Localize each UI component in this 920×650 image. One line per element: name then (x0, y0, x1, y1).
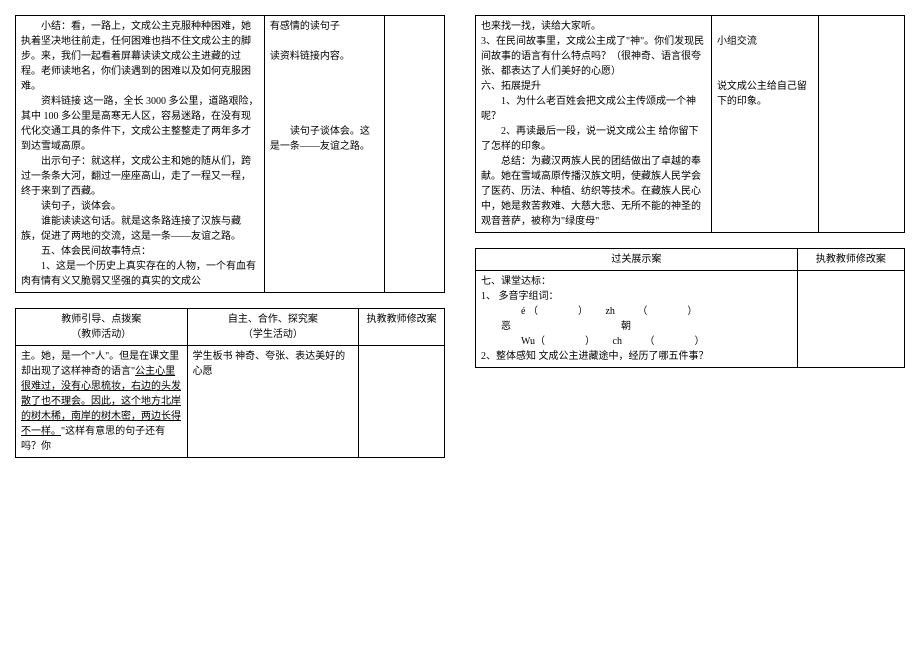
bottom-right-table: 过关展示案 执教教师修改案 七、课堂达标： 1、 多音字组词： é （ ） zh… (475, 248, 905, 368)
top-right-text-1: 也来找一找，读给大家听。 3、在民间故事里，文成公主成了"神"。你们发现民间故事… (481, 19, 706, 229)
br-cell-1: 七、课堂达标： 1、 多音字组词： é （ ） zh （ ） 恶 朝 Wu（ ）… (476, 271, 798, 368)
top-left-cell-2: 有感情的读句子 读资料链接内容。 读句子谈体会。这是一条——友谊之路。 (264, 16, 384, 293)
bl-text-2: 学生板书 神奇、夸张、表达美好的心愿 (193, 349, 354, 379)
br-header-2: 执教教师修改案 (797, 249, 904, 271)
bl-header-3-text: 执教教师修改案 (364, 312, 439, 327)
bottom-left-table: 教师引导、点拨案 （教师活动） 自主、合作、探究案 （学生活动） 执教教师修改案… (15, 308, 445, 458)
top-left-cell-3 (384, 16, 444, 293)
bl-header-1: 教师引导、点拨案 （教师活动） (16, 309, 188, 346)
top-right-cell-3 (819, 16, 905, 233)
bl-cell-3 (359, 346, 445, 458)
top-right-table: 也来找一找，读给大家听。 3、在民间故事里，文成公主成了"神"。你们发现民间故事… (475, 15, 905, 233)
br-text-1: 七、课堂达标： 1、 多音字组词： é （ ） zh （ ） 恶 朝 Wu（ ）… (481, 274, 792, 364)
top-left-table: 小结：看，一路上，文成公主克服种种困难，她执着坚决地往前走，任何困难也挡不住文成… (15, 15, 445, 293)
br-cell-2 (797, 271, 904, 368)
top-left-text-1: 小结：看，一路上，文成公主克服种种困难，她执着坚决地往前走，任何困难也挡不住文成… (21, 19, 259, 289)
right-column: 也来找一找，读给大家听。 3、在民间故事里，文成公主成了"神"。你们发现民间故事… (475, 15, 905, 458)
page-container: 小结：看，一路上，文成公主克服种种困难，她执着坚决地往前走，任何困难也挡不住文成… (15, 15, 905, 458)
bl-header-2-text: 自主、合作、探究案 （学生活动） (193, 312, 354, 342)
bl-cell-1: 主。她，是一个"人"。但是在课文里却出现了这样神奇的语言"公主心里很难过，没有心… (16, 346, 188, 458)
top-right-cell-2: 小组交流 说文成公主给自己留下的印象。 (711, 16, 818, 233)
top-left-text-2: 有感情的读句子 读资料链接内容。 读句子谈体会。这是一条——友谊之路。 (270, 19, 379, 154)
bl-header-2: 自主、合作、探究案 （学生活动） (187, 309, 359, 346)
top-right-text-2: 小组交流 说文成公主给自己留下的印象。 (717, 19, 813, 109)
br-header-1-text: 过关展示案 (481, 252, 792, 267)
bl-header-3: 执教教师修改案 (359, 309, 445, 346)
br-header-1: 过关展示案 (476, 249, 798, 271)
br-header-2-text: 执教教师修改案 (803, 252, 899, 267)
top-left-cell-1: 小结：看，一路上，文成公主克服种种困难，她执着坚决地往前走，任何困难也挡不住文成… (16, 16, 265, 293)
bl-cell-2: 学生板书 神奇、夸张、表达美好的心愿 (187, 346, 359, 458)
bl-header-1-text: 教师引导、点拨案 （教师活动） (21, 312, 182, 342)
top-right-cell-1: 也来找一找，读给大家听。 3、在民间故事里，文成公主成了"神"。你们发现民间故事… (476, 16, 712, 233)
left-column: 小结：看，一路上，文成公主克服种种困难，她执着坚决地往前走，任何困难也挡不住文成… (15, 15, 445, 458)
